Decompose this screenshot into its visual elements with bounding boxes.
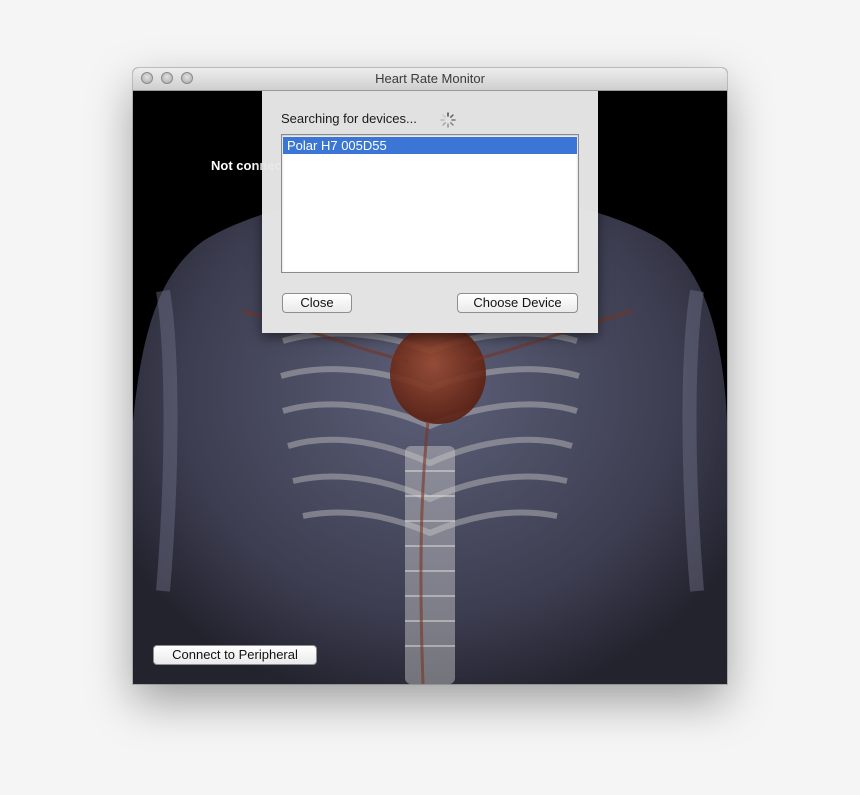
loading-spinner-icon xyxy=(440,112,456,128)
device-selection-sheet: Searching for devices... Polar H7 005D55… xyxy=(262,91,598,333)
app-window: Heart Rate Monitor Not connected Connect… xyxy=(133,68,727,684)
choose-device-button[interactable]: Choose Device xyxy=(457,293,578,313)
main-content: Not connected Connect to Peripheral Sear… xyxy=(133,91,727,684)
window-title: Heart Rate Monitor xyxy=(375,71,485,86)
title-bar[interactable]: Heart Rate Monitor xyxy=(133,68,727,91)
connect-to-peripheral-button[interactable]: Connect to Peripheral xyxy=(153,645,317,665)
searching-label: Searching for devices... xyxy=(281,111,417,126)
close-button[interactable]: Close xyxy=(282,293,352,313)
device-list[interactable]: Polar H7 005D55 xyxy=(281,134,579,273)
device-list-item[interactable]: Polar H7 005D55 xyxy=(283,137,577,154)
